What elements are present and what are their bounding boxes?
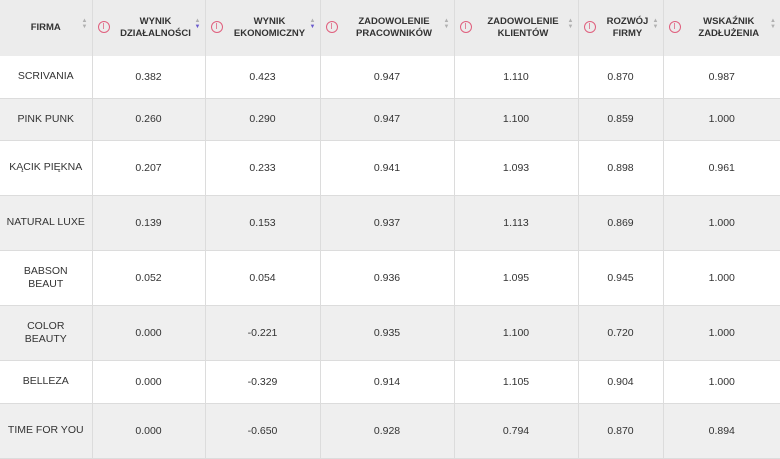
table-cell: 0.869 — [578, 195, 663, 250]
table-cell: 0.290 — [205, 98, 320, 140]
table-cell: 1.095 — [454, 250, 578, 305]
column-header-zadowolenie-klientow[interactable]: i ZADOWOLENIE KLIENTÓW ▲▼ — [454, 0, 578, 56]
table-cell: 0.260 — [92, 98, 205, 140]
sort-icon[interactable]: ▲▼ — [568, 18, 574, 30]
sort-icon[interactable]: ▲▼ — [82, 18, 88, 30]
table-cell: 1.100 — [454, 305, 578, 360]
firm-name-cell: NATURAL LUXE — [0, 195, 92, 250]
info-icon[interactable]: i — [669, 21, 681, 33]
table-row: TIME FOR YOU 0.000 -0.650 0.928 0.794 0.… — [0, 403, 780, 458]
column-header-label: WYNIK EKONOMICZNY — [206, 16, 320, 40]
column-header-label: ZADOWOLENIE PRACOWNIKÓW — [321, 16, 454, 40]
sort-icon[interactable]: ▲▼ — [195, 18, 201, 30]
table-cell: 1.000 — [663, 305, 780, 360]
sort-icon[interactable]: ▲▼ — [770, 18, 776, 30]
table-cell: 0.000 — [92, 403, 205, 458]
table-cell: 0.894 — [663, 403, 780, 458]
table-cell: 0.987 — [663, 56, 780, 98]
table-cell: -0.221 — [205, 305, 320, 360]
firm-name-cell: COLOR BEAUTY — [0, 305, 92, 360]
firm-name-cell: SCRIVANIA — [0, 56, 92, 98]
table-cell: 1.110 — [454, 56, 578, 98]
column-header-label: ZADOWOLENIE KLIENTÓW — [455, 16, 578, 40]
table-cell: 0.423 — [205, 56, 320, 98]
column-header-label: FIRMA — [0, 22, 92, 34]
table-cell: 0.859 — [578, 98, 663, 140]
table-cell: 0.945 — [578, 250, 663, 305]
table-cell: 0.052 — [92, 250, 205, 305]
column-header-rozwoj-firmy[interactable]: i ROZWÓJ FIRMY ▲▼ — [578, 0, 663, 56]
table-row: SCRIVANIA 0.382 0.423 0.947 1.110 0.870 … — [0, 56, 780, 98]
table-cell: 0.941 — [320, 140, 454, 195]
table-cell: 0.870 — [578, 403, 663, 458]
table-cell: 1.113 — [454, 195, 578, 250]
info-icon[interactable]: i — [460, 21, 472, 33]
firm-name-cell: PINK PUNK — [0, 98, 92, 140]
table-cell: 1.000 — [663, 360, 780, 403]
table-cell: 0.936 — [320, 250, 454, 305]
firm-name-cell: BELLEZA — [0, 360, 92, 403]
table-row: NATURAL LUXE 0.139 0.153 0.937 1.113 0.8… — [0, 195, 780, 250]
table-row: BABSON BEAUT 0.052 0.054 0.936 1.095 0.9… — [0, 250, 780, 305]
table-row: COLOR BEAUTY 0.000 -0.221 0.935 1.100 0.… — [0, 305, 780, 360]
column-header-zadowolenie-pracownikow[interactable]: i ZADOWOLENIE PRACOWNIKÓW ▲▼ — [320, 0, 454, 56]
column-header-wynik-dzialalnosci[interactable]: i WYNIK DZIAŁALNOŚCI ▲▼ — [92, 0, 205, 56]
column-header-wynik-ekonomiczny[interactable]: i WYNIK EKONOMICZNY ▲▼ — [205, 0, 320, 56]
firm-name-cell: KĄCIK PIĘKNA — [0, 140, 92, 195]
sort-icon[interactable]: ▲▼ — [310, 18, 316, 30]
table-cell: 0.904 — [578, 360, 663, 403]
table-cell: 0.139 — [92, 195, 205, 250]
table-row: KĄCIK PIĘKNA 0.207 0.233 0.941 1.093 0.8… — [0, 140, 780, 195]
results-table: FIRMA ▲▼ i WYNIK DZIAŁALNOŚCI ▲▼ i WYNIK… — [0, 0, 780, 459]
info-icon[interactable]: i — [98, 21, 110, 33]
table-cell: -0.650 — [205, 403, 320, 458]
table-cell: 1.000 — [663, 195, 780, 250]
table-row: BELLEZA 0.000 -0.329 0.914 1.105 0.904 1… — [0, 360, 780, 403]
table-cell: 0.153 — [205, 195, 320, 250]
table-cell: 0.720 — [578, 305, 663, 360]
table-cell: 0.794 — [454, 403, 578, 458]
table-cell: 0.928 — [320, 403, 454, 458]
table-cell: 0.870 — [578, 56, 663, 98]
firm-name-cell: BABSON BEAUT — [0, 250, 92, 305]
info-icon[interactable]: i — [326, 21, 338, 33]
table-cell: 0.898 — [578, 140, 663, 195]
table-cell: 0.207 — [92, 140, 205, 195]
column-header-wskaznik-zadluzenia[interactable]: i WSKAŹNIK ZADŁUŻENIA ▲▼ — [663, 0, 780, 56]
table-cell: 0.000 — [92, 360, 205, 403]
column-header-label: WSKAŹNIK ZADŁUŻENIA — [664, 16, 780, 40]
info-icon[interactable]: i — [211, 21, 223, 33]
table-cell: 0.935 — [320, 305, 454, 360]
table-cell: 0.054 — [205, 250, 320, 305]
table-cell: 0.382 — [92, 56, 205, 98]
table-header-row: FIRMA ▲▼ i WYNIK DZIAŁALNOŚCI ▲▼ i WYNIK… — [0, 0, 780, 56]
table-cell: 0.947 — [320, 98, 454, 140]
info-icon[interactable]: i — [584, 21, 596, 33]
table-cell: 0.914 — [320, 360, 454, 403]
table-cell: 0.233 — [205, 140, 320, 195]
table-cell: 1.105 — [454, 360, 578, 403]
sort-icon[interactable]: ▲▼ — [653, 18, 659, 30]
table-cell: 1.000 — [663, 98, 780, 140]
table-cell: 1.000 — [663, 250, 780, 305]
table-cell: 0.000 — [92, 305, 205, 360]
table-cell: 1.100 — [454, 98, 578, 140]
sort-icon[interactable]: ▲▼ — [444, 18, 450, 30]
table-cell: 0.937 — [320, 195, 454, 250]
table-row: PINK PUNK 0.260 0.290 0.947 1.100 0.859 … — [0, 98, 780, 140]
table-cell: -0.329 — [205, 360, 320, 403]
table-cell: 0.961 — [663, 140, 780, 195]
column-header-firma[interactable]: FIRMA ▲▼ — [0, 0, 92, 56]
table-cell: 1.093 — [454, 140, 578, 195]
table-cell: 0.947 — [320, 56, 454, 98]
firm-name-cell: TIME FOR YOU — [0, 403, 92, 458]
